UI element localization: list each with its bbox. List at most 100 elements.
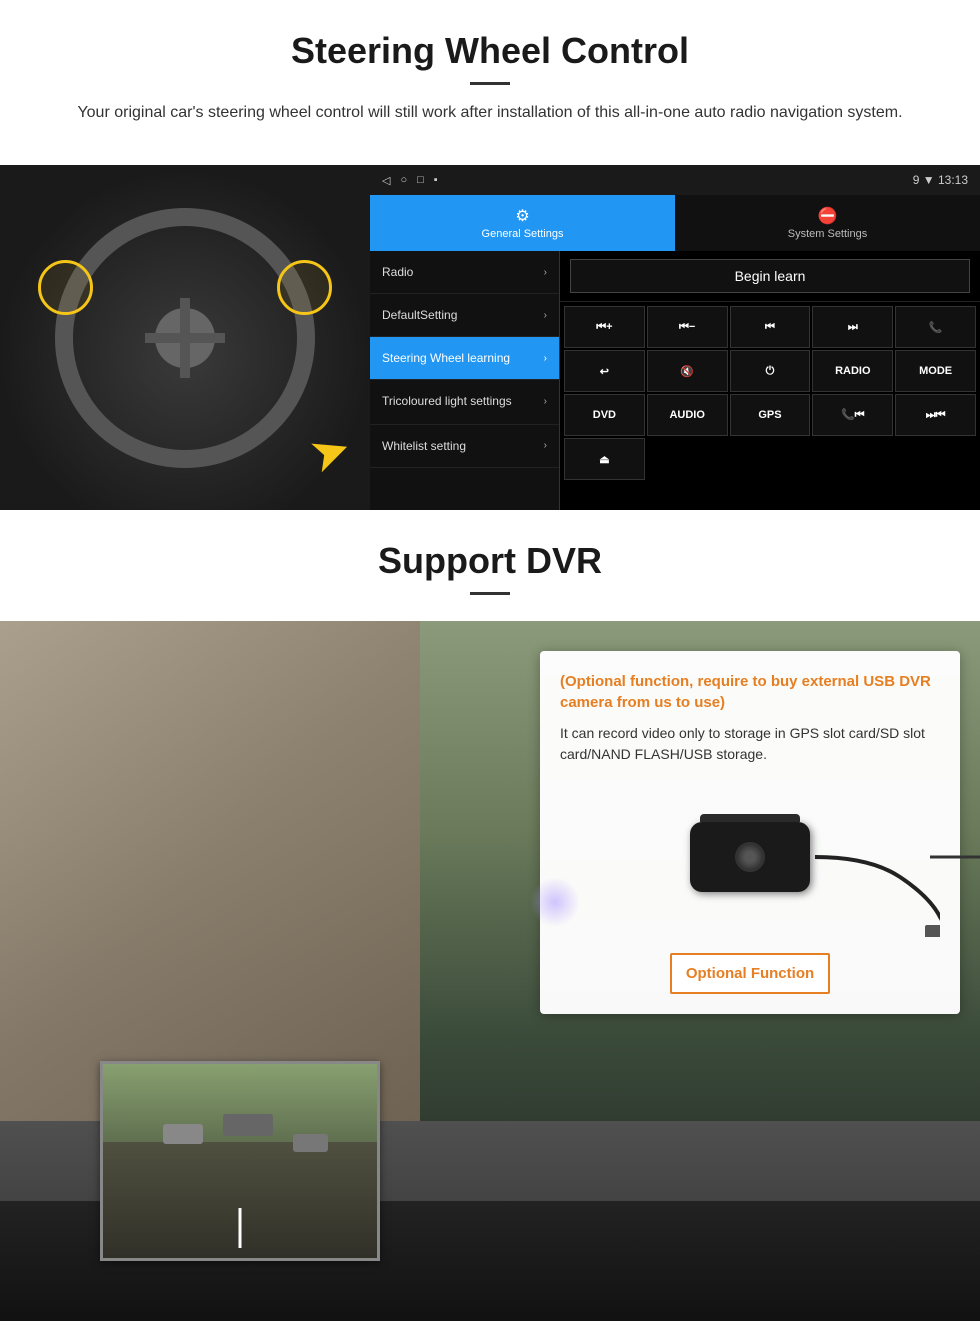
ctrl-phone-prev[interactable]: 📞⏮ — [812, 394, 893, 436]
usb-cable — [930, 856, 980, 859]
phone-icon: 📞 — [929, 321, 943, 334]
highlight-circle-left — [38, 260, 93, 315]
menu-list: Radio › DefaultSetting › Steering Wheel … — [370, 251, 560, 510]
recents-icon[interactable]: □ — [417, 174, 424, 186]
wheel-outer — [55, 208, 315, 468]
car-silhouette — [163, 1124, 203, 1144]
dvr-optional-notice: (Optional function, require to buy exter… — [560, 671, 940, 713]
menu-default-label: DefaultSetting — [382, 308, 457, 322]
mute-icon: 🔇 — [680, 365, 694, 378]
dvr-road-line — [239, 1208, 242, 1248]
home-icon[interactable]: ○ — [400, 174, 407, 186]
back-icon[interactable]: ◁ — [382, 174, 390, 187]
ctrl-gps[interactable]: GPS — [730, 394, 811, 436]
system-icon: ⛔ — [818, 206, 838, 226]
android-statusbar: ◁ ○ □ ▪ 9 ▼ 13:13 — [370, 165, 980, 195]
car-silhouette — [223, 1114, 273, 1136]
light-effect — [530, 877, 580, 927]
chevron-right-icon: › — [544, 310, 547, 321]
arrow-yellow-icon: ➤ — [301, 419, 358, 485]
dvr-camera-image — [560, 777, 940, 937]
road-scene: (Optional function, require to buy exter… — [0, 621, 980, 1321]
ctrl-mute[interactable]: 🔇 — [647, 350, 728, 392]
ctrl-radio[interactable]: RADIO — [812, 350, 893, 392]
optional-function-button[interactable]: Optional Function — [670, 953, 830, 994]
ctrl-icon: ↩ — [600, 365, 609, 378]
ctrl-icon: ⏭⏮ — [926, 409, 946, 422]
menu-icon[interactable]: ▪ — [434, 174, 438, 186]
steering-wheel-image: ➤ — [0, 165, 370, 510]
ctrl-power[interactable]: ⏻ — [730, 350, 811, 392]
menu-item-steering[interactable]: Steering Wheel learning › — [370, 337, 559, 380]
menu-whitelist-label: Whitelist setting — [382, 439, 466, 453]
car-silhouette — [293, 1134, 328, 1152]
ctrl-icon: MODE — [919, 365, 952, 377]
begin-learn-button[interactable]: Begin learn — [570, 259, 970, 293]
ctrl-prev[interactable]: ⏮ — [730, 306, 811, 348]
chevron-right-icon: › — [544, 353, 547, 364]
menu-radio-label: Radio — [382, 265, 413, 279]
tab-general-settings[interactable]: ⚙ General Settings — [370, 195, 675, 251]
ctrl-icon: 📞⏮ — [841, 408, 865, 422]
dvr-title: Support DVR — [40, 540, 940, 582]
camera-body — [690, 822, 810, 892]
begin-learn-row: Begin learn — [560, 251, 980, 302]
menu-item-whitelist[interactable]: Whitelist setting › — [370, 425, 559, 468]
dvr-section: Support DVR (Optional function, requ — [0, 510, 980, 1321]
chevron-right-icon: › — [544, 267, 547, 278]
section-subtitle: Your original car's steering wheel contr… — [60, 101, 920, 125]
menu-item-radio[interactable]: Radio › — [370, 251, 559, 294]
ctrl-icon: ⏮+ — [596, 321, 612, 334]
ctrl-icon: ⏭ — [848, 321, 858, 334]
ctrl-back[interactable]: ↩ — [564, 350, 645, 392]
dvr-description: It can record video only to storage in G… — [560, 723, 940, 765]
dvr-title-divider — [470, 592, 510, 595]
eject-icon: ⏏ — [599, 453, 609, 466]
ctrl-prev-minus[interactable]: ⏮− — [647, 306, 728, 348]
steering-wheel-sim: ➤ — [0, 165, 370, 510]
tab-system-settings[interactable]: ⛔ System Settings — [675, 195, 980, 251]
status-time: 9 ▼ 13:13 — [913, 173, 968, 187]
highlight-circle-right — [277, 260, 332, 315]
control-grid: ⏮+ ⏮− ⏮ ⏭ 📞 ↩ — [560, 302, 980, 484]
chevron-right-icon: › — [544, 440, 547, 451]
tab-system-label: System Settings — [788, 228, 867, 240]
chevron-right-icon: › — [544, 395, 547, 408]
menu-tricoloured-label: Tricoloured light settings — [382, 394, 512, 410]
control-panel: Begin learn ⏮+ ⏮− ⏮ ⏭ � — [560, 251, 980, 510]
ctrl-icon: AUDIO — [669, 409, 704, 421]
dvr-inset-screenshot — [100, 1061, 380, 1261]
ctrl-next-prev[interactable]: ⏭⏮ — [895, 394, 976, 436]
camera-fin — [700, 814, 800, 822]
page-title: Steering Wheel Control — [40, 30, 940, 72]
ctrl-icon: ⏮ — [765, 321, 775, 334]
android-body: Radio › DefaultSetting › Steering Wheel … — [370, 251, 980, 510]
android-ui-panel: ◁ ○ □ ▪ 9 ▼ 13:13 ⚙ General Settings ⛔ S… — [370, 165, 980, 510]
ctrl-prev-plus[interactable]: ⏮+ — [564, 306, 645, 348]
dvr-title-area: Support DVR — [0, 510, 980, 621]
ctrl-eject[interactable]: ⏏ — [564, 438, 645, 480]
power-icon: ⏻ — [766, 365, 775, 378]
android-tabs: ⚙ General Settings ⛔ System Settings — [370, 195, 980, 251]
ctrl-icon: RADIO — [835, 365, 870, 377]
ctrl-icon: ⏮− — [679, 321, 695, 334]
ctrl-mode[interactable]: MODE — [895, 350, 976, 392]
title-divider — [470, 82, 510, 85]
menu-item-tricoloured[interactable]: Tricoloured light settings › — [370, 380, 559, 425]
camera-lens — [735, 842, 765, 872]
menu-steering-label: Steering Wheel learning — [382, 351, 510, 365]
ctrl-icon: GPS — [758, 409, 781, 421]
ctrl-next[interactable]: ⏭ — [812, 306, 893, 348]
steering-content-area: ➤ ◁ ○ □ ▪ 9 ▼ 13:13 ⚙ General Settings ⛔… — [0, 165, 980, 510]
dvr-background: (Optional function, require to buy exter… — [0, 621, 980, 1321]
statusbar-nav-icons: ◁ ○ □ ▪ — [382, 174, 438, 187]
dvr-info-card: (Optional function, require to buy exter… — [540, 651, 960, 1014]
ctrl-phone[interactable]: 📞 — [895, 306, 976, 348]
ctrl-icon: DVD — [593, 409, 616, 421]
steering-section: Steering Wheel Control Your original car… — [0, 0, 980, 165]
ctrl-dvd[interactable]: DVD — [564, 394, 645, 436]
menu-item-default[interactable]: DefaultSetting › — [370, 294, 559, 337]
settings-icon: ⚙ — [515, 206, 529, 226]
ctrl-audio[interactable]: AUDIO — [647, 394, 728, 436]
tab-general-label: General Settings — [482, 228, 564, 240]
